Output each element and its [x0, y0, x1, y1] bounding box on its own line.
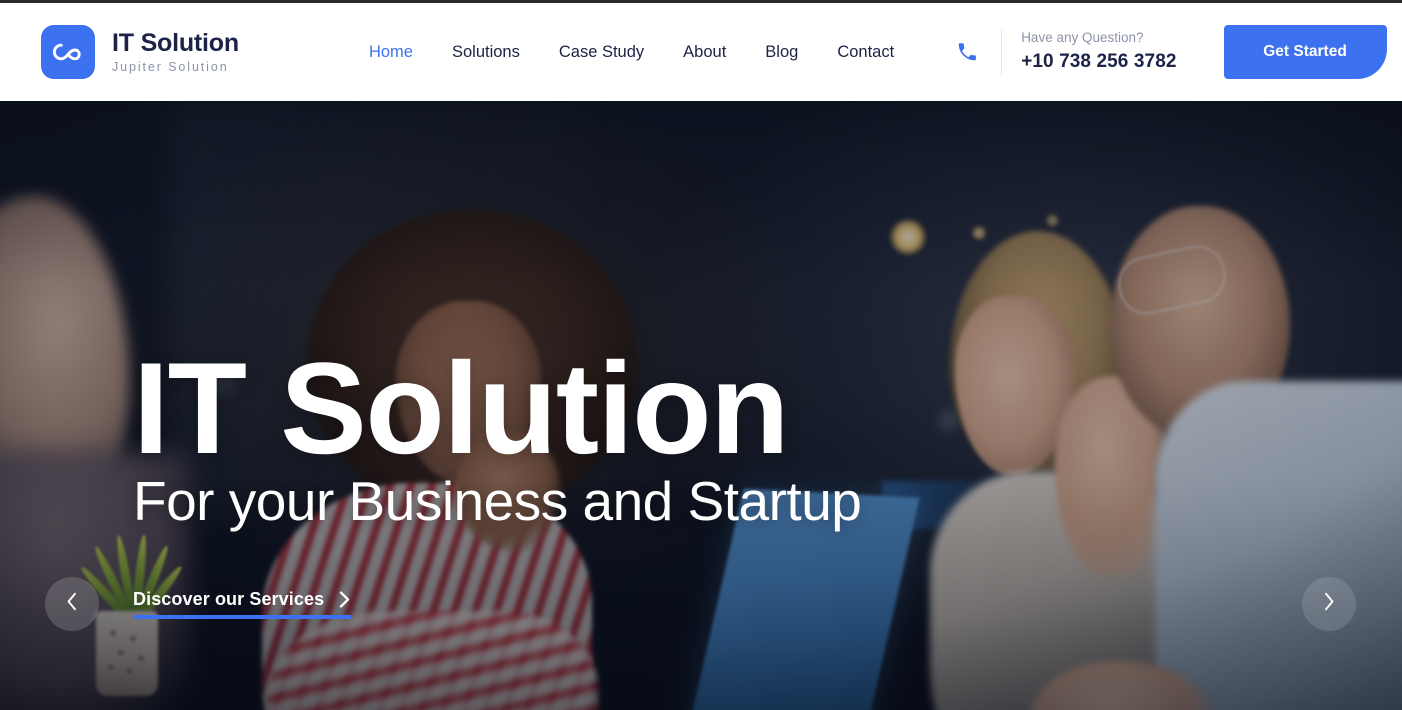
- contact-text: Have any Question? +10 738 256 3782: [1021, 29, 1176, 75]
- nav-item-home[interactable]: Home: [369, 43, 413, 62]
- brand-title: IT Solution: [112, 28, 239, 57]
- nav-item-contact[interactable]: Contact: [837, 43, 894, 62]
- hero-title: IT Solution: [133, 335, 790, 481]
- contact-phone-number[interactable]: +10 738 256 3782: [1021, 49, 1176, 75]
- hero-section: IT Solution For your Business and Startu…: [0, 101, 1402, 710]
- discover-services-label: Discover our Services: [133, 589, 325, 609]
- brand-text: IT Solution Jupiter Solution: [112, 28, 239, 75]
- main-navigation: Home Solutions Case Study About Blog Con…: [369, 43, 894, 62]
- get-started-button[interactable]: Get Started: [1223, 25, 1387, 79]
- site-header: IT Solution Jupiter Solution Home Soluti…: [0, 3, 1402, 101]
- brand-subtitle: Jupiter Solution: [112, 60, 229, 75]
- slider-next-button[interactable]: [1302, 577, 1356, 631]
- nav-item-solutions[interactable]: Solutions: [452, 43, 520, 62]
- infinity-icon: [41, 25, 95, 79]
- brand-logo[interactable]: IT Solution Jupiter Solution: [41, 25, 239, 79]
- chevron-right-icon: [339, 591, 350, 608]
- discover-services-underline: [133, 615, 351, 619]
- chevron-left-icon: [66, 592, 78, 616]
- chevron-right-icon: [1323, 592, 1335, 616]
- hero-subtitle: For your Business and Startup: [133, 470, 862, 532]
- phone-icon: [952, 37, 982, 67]
- contact-block: Have any Question? +10 738 256 3782: [952, 28, 1176, 76]
- contact-question-label: Have any Question?: [1021, 30, 1144, 46]
- nav-item-blog[interactable]: Blog: [765, 43, 798, 62]
- nav-item-about[interactable]: About: [683, 43, 726, 62]
- hero-content: IT Solution For your Business and Startu…: [133, 101, 1033, 710]
- discover-services-link[interactable]: Discover our Services: [133, 589, 351, 619]
- contact-divider: [1001, 28, 1003, 76]
- nav-item-case-study[interactable]: Case Study: [559, 43, 644, 62]
- page-root: IT Solution Jupiter Solution Home Soluti…: [0, 0, 1402, 710]
- slider-prev-button[interactable]: [45, 577, 99, 631]
